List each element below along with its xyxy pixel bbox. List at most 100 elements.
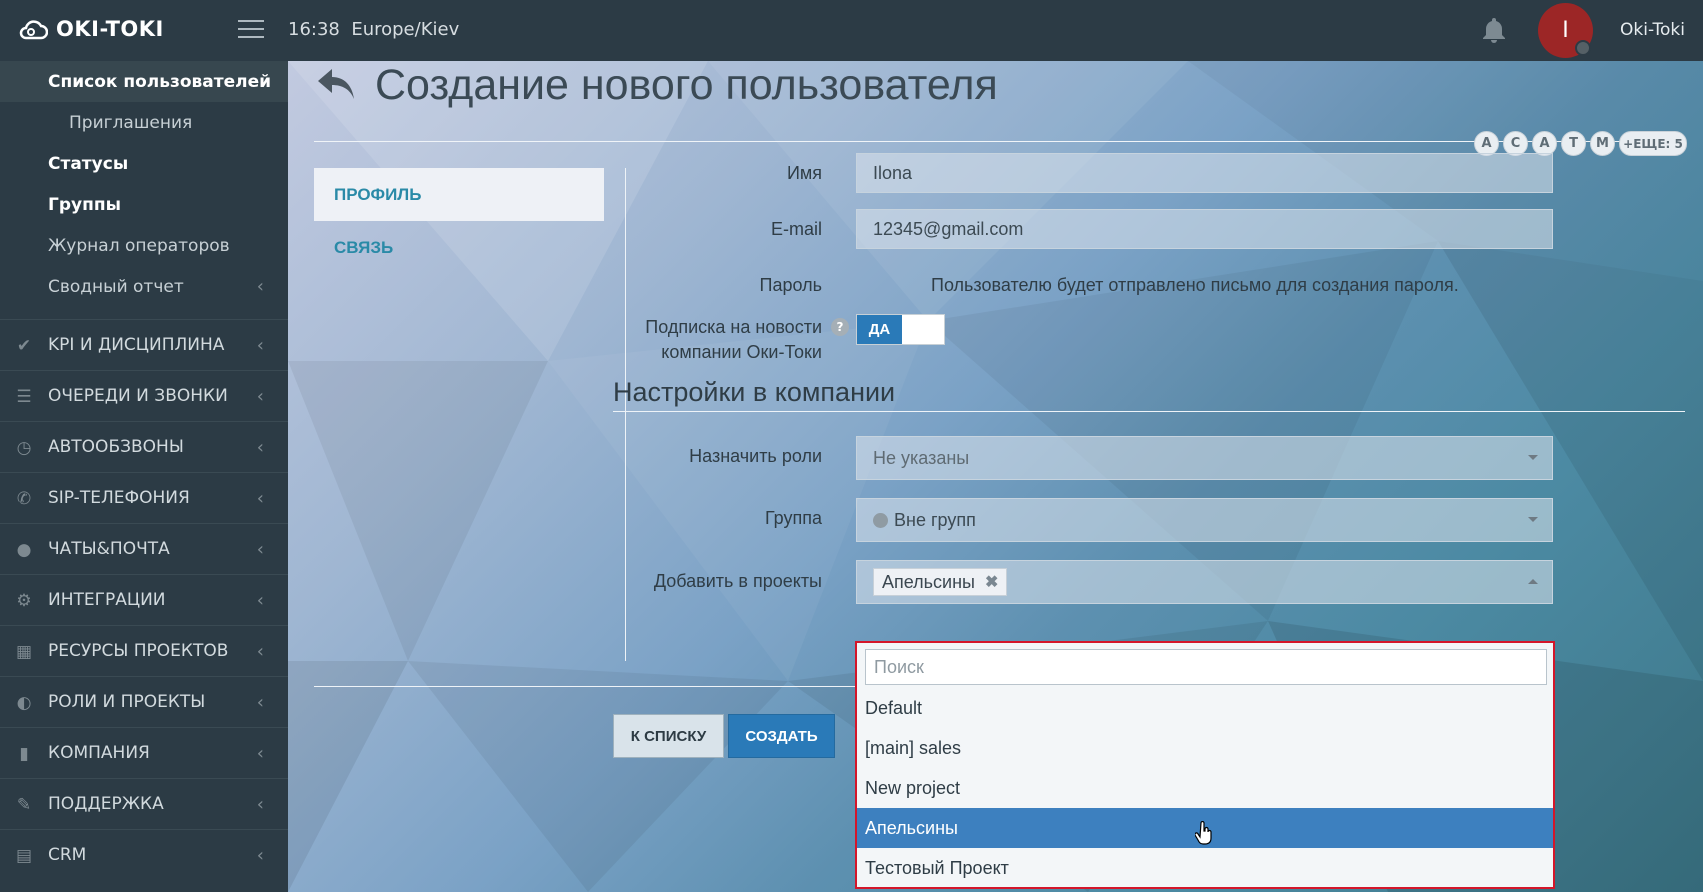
sidebar-section-label: КОМПАНИЯ	[48, 743, 150, 763]
sidebar-section-label: SIP-ТЕЛЕФОНИЯ	[48, 488, 190, 508]
page-title: Создание нового пользователя	[375, 61, 998, 109]
chevron-left-icon: ‹	[256, 385, 264, 407]
subscribe-label: Подписка на новости компании Оки-Токи	[588, 315, 822, 365]
chevron-left-icon: ‹	[256, 538, 264, 560]
menu-toggle-icon[interactable]	[238, 20, 264, 40]
sidebar-section-label: ОЧЕРЕДИ И ЗВОНКИ	[48, 386, 228, 406]
sidebar-item-users-list[interactable]: Список пользователей	[0, 61, 288, 102]
chevron-left-icon: ‹	[256, 436, 264, 458]
phone-icon: ✆	[16, 489, 32, 509]
dropdown-option[interactable]: New project	[857, 768, 1553, 808]
sidebar-section-autocalls[interactable]: ◷ АВТООБЗВОНЫ ‹	[0, 421, 288, 472]
help-icon[interactable]: ?	[831, 318, 849, 336]
sidebar-section-label: CRM	[48, 845, 87, 865]
sidebar-section-integrations[interactable]: ⚙ ИНТЕГРАЦИИ ‹	[0, 574, 288, 625]
sidebar-section-kpi[interactable]: ✔ KPI И ДИСЦИПЛИНА ‹	[0, 319, 288, 370]
check-icon: ✔	[16, 336, 32, 356]
grid-icon: ▦	[15, 642, 33, 662]
name-input[interactable]: Ilona	[856, 153, 1553, 193]
tab-profile[interactable]: ПРОФИЛЬ	[314, 168, 604, 221]
logo[interactable]: OKI-TOKI	[18, 16, 164, 42]
roles-select[interactable]: Не указаны	[856, 436, 1553, 480]
sidebar-section-chats[interactable]: ● ЧАТЫ&ПОЧТА ‹	[0, 523, 288, 574]
sidebar-section-resources[interactable]: ▦ РЕСУРСЫ ПРОЕКТОВ ‹	[0, 625, 288, 676]
subscribe-label-line: Подписка на новости	[645, 317, 822, 337]
back-arrow-icon[interactable]	[314, 65, 358, 105]
tab-contact[interactable]: СВЯЗЬ	[314, 221, 604, 274]
chevron-left-icon: ‹	[256, 487, 264, 509]
divider	[613, 411, 1685, 412]
sidebar-item-summary-report[interactable]: Сводный отчет ‹	[0, 266, 288, 307]
dropdown-option[interactable]: Default	[857, 688, 1553, 728]
chevron-left-icon: ‹	[256, 742, 264, 764]
toggle-icon: ◐	[16, 693, 32, 713]
password-info: Пользователю будет отправлено письмо для…	[931, 275, 1459, 295]
roles-value: Не указаны	[873, 447, 970, 468]
sidebar-section-label: РОЛИ И ПРОЕКТЫ	[48, 692, 206, 712]
user-chip[interactable]: M	[1590, 131, 1615, 156]
sidebar-section-support[interactable]: ✎ ПОДДЕРЖКА ‹	[0, 778, 288, 829]
dropdown-search-input[interactable]: Поиск	[865, 649, 1547, 685]
sidebar: Список пользователей Приглашения Статусы…	[0, 61, 288, 892]
sidebar-item-statuses[interactable]: Статусы	[0, 143, 288, 184]
sidebar-item-groups[interactable]: Группы	[0, 184, 288, 225]
sidebar-section-queues[interactable]: ☰ ОЧЕРЕДИ И ЗВОНКИ ‹	[0, 370, 288, 421]
gears-icon: ⚙	[16, 591, 32, 611]
sidebar-section-label: ЧАТЫ&ПОЧТА	[48, 539, 170, 559]
sidebar-section-label: ИНТЕГРАЦИИ	[48, 590, 166, 610]
wrench-icon: ✎	[16, 795, 32, 815]
roles-label: Назначить роли	[689, 446, 822, 466]
sidebar-item-label: Статусы	[48, 153, 129, 174]
projects-dropdown: Поиск Default [main] sales New project А…	[855, 641, 1555, 889]
chevron-left-icon: ‹	[256, 691, 264, 713]
project-tag-label: Апельсины	[882, 571, 975, 592]
caret-up-icon	[1528, 579, 1538, 584]
chevron-left-icon: ‹	[256, 793, 264, 815]
back-to-list-button[interactable]: К СПИСКУ	[613, 714, 724, 758]
email-label: E-mail	[770, 219, 822, 239]
group-select[interactable]: Вне групп	[856, 498, 1553, 542]
divider	[314, 686, 856, 687]
sidebar-section-sip[interactable]: ✆ SIP-ТЕЛЕФОНИЯ ‹	[0, 472, 288, 523]
sidebar-section-roles[interactable]: ◐ РОЛИ И ПРОЕКТЫ ‹	[0, 676, 288, 727]
avatar-initial: I	[1562, 18, 1569, 43]
company-settings-title: Настройки в компании	[613, 377, 896, 407]
username[interactable]: Oki-Toki	[1620, 20, 1685, 40]
sidebar-item-label: Группы	[48, 194, 121, 215]
caret-down-icon	[1528, 517, 1538, 522]
sidebar-item-invitations[interactable]: Приглашения	[0, 102, 288, 143]
more-users-chip[interactable]: +ЕЩЕ: 5	[1619, 131, 1687, 156]
name-label: Имя	[786, 163, 822, 183]
list-icon: ☰	[16, 387, 32, 407]
projects-select[interactable]: Апельсины ✖	[856, 560, 1553, 604]
status-dot	[1575, 40, 1591, 56]
caret-down-icon	[1528, 455, 1538, 460]
main-content: Создание нового пользователя A C A T M +…	[288, 61, 1703, 892]
group-dot-icon	[873, 512, 888, 528]
sidebar-section-label: РЕСУРСЫ ПРОЕКТОВ	[48, 641, 229, 661]
email-input[interactable]: 12345@gmail.com	[856, 209, 1553, 249]
sidebar-section-crm[interactable]: ▤ CRM ‹	[0, 829, 288, 880]
sidebar-item-operators-log[interactable]: Журнал операторов	[0, 225, 288, 266]
chevron-left-icon: ‹	[256, 589, 264, 611]
sidebar-section-label: АВТООБЗВОНЫ	[48, 437, 184, 457]
subscribe-toggle[interactable]: ДА	[856, 314, 945, 345]
remove-tag-icon[interactable]: ✖	[985, 572, 998, 592]
sidebar-section-company[interactable]: ▮ КОМПАНИЯ ‹	[0, 727, 288, 778]
subscribe-label-line: компании Оки-Токи	[661, 342, 822, 362]
sidebar-item-label: Сводный отчет	[48, 276, 184, 297]
timezone: Europe/Kiev	[351, 19, 460, 40]
form-tabs: ПРОФИЛЬ СВЯЗЬ	[314, 168, 604, 274]
password-label: Пароль	[759, 275, 822, 295]
create-button[interactable]: СОЗДАТЬ	[728, 714, 835, 758]
user-chip[interactable]: T	[1561, 131, 1586, 156]
dropdown-options: Default [main] sales New project Апельси…	[857, 688, 1553, 888]
dropdown-option[interactable]: Тестовый Проект	[857, 848, 1553, 888]
logo-text: OKI-TOKI	[56, 17, 164, 41]
project-tag: Апельсины ✖	[873, 568, 1008, 596]
bell-icon[interactable]	[1481, 16, 1507, 44]
clock-icon: ◷	[16, 438, 32, 458]
chevron-left-icon: ‹	[256, 640, 264, 662]
dropdown-option[interactable]: [main] sales	[857, 728, 1553, 768]
chevron-left-icon: ‹	[256, 334, 264, 356]
